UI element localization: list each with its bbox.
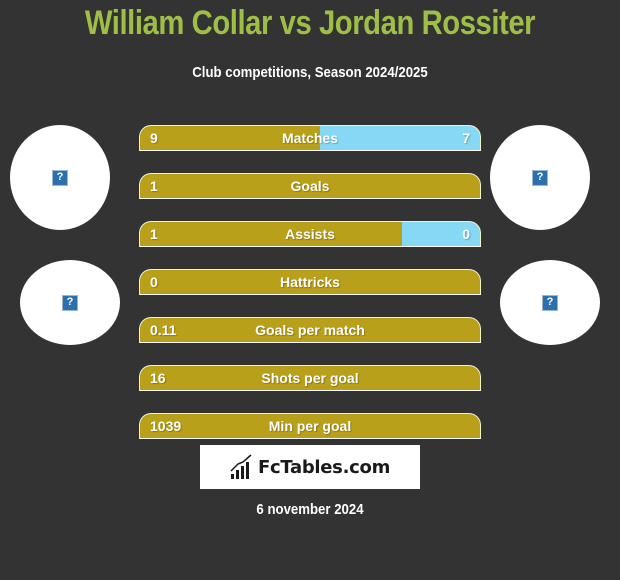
missing-image-icon: ?	[532, 169, 548, 186]
right-player-avatar[interactable]: ?	[490, 125, 590, 230]
stat-row-goals: 1 Goals	[139, 173, 481, 199]
stat-row-assists: 1 Assists 0	[139, 221, 481, 247]
logo-text: FcTables.com	[257, 456, 391, 478]
stat-row-hattricks: 0 Hattricks	[139, 269, 481, 295]
stat-label: Goals per match	[255, 322, 365, 338]
stat-row-min-per-goal: 1039 Min per goal	[139, 413, 481, 439]
right-value: 0	[462, 226, 470, 242]
stat-label: Shots per goal	[261, 370, 359, 386]
left-player-avatar[interactable]: ?	[10, 125, 110, 230]
competition-subtitle: Club competitions, Season 2024/2025	[192, 64, 428, 81]
stat-row-goals-per-match: 0.11 Goals per match	[139, 317, 481, 343]
missing-image-icon: ?	[62, 294, 78, 311]
stat-label: Hattricks	[280, 274, 340, 290]
stat-row-shots-per-goal: 16 Shots per goal	[139, 365, 481, 391]
missing-image-icon: ?	[52, 169, 68, 186]
missing-image-icon: ?	[542, 294, 558, 311]
stat-label: Assists	[285, 226, 335, 242]
right-player-club-logo[interactable]: ?	[500, 260, 600, 345]
stats-comparison: 9 Matches 7 1 Goals 1 Assists 0 0 Hattri…	[139, 125, 481, 461]
bar-chart-trend-icon	[230, 454, 252, 479]
right-value: 7	[462, 130, 470, 146]
stat-label: Goals	[290, 178, 330, 194]
stat-row-matches: 9 Matches 7	[139, 125, 481, 151]
stat-label: Matches	[281, 130, 339, 146]
left-player-club-logo[interactable]: ?	[20, 260, 120, 345]
fctables-logo[interactable]: FcTables.com	[200, 445, 420, 489]
date-label: 6 november 2024	[256, 501, 364, 518]
page-title: William Collar vs Jordan Rossiter	[84, 4, 536, 42]
stat-label: Min per goal	[268, 418, 352, 434]
